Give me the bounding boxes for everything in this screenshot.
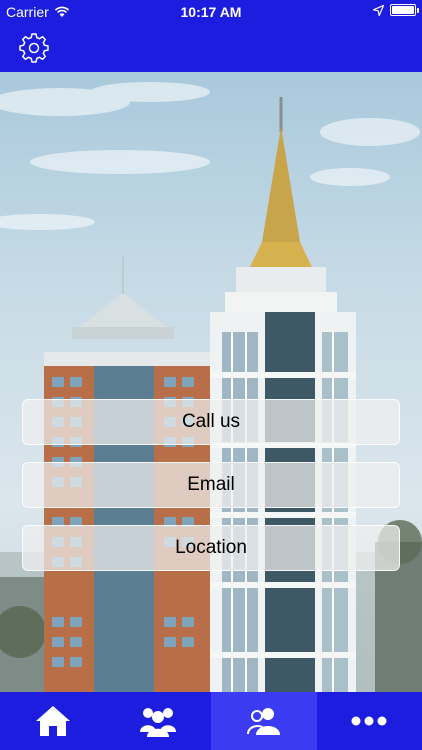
- tab-bar: [0, 692, 422, 750]
- tab-more[interactable]: [317, 692, 422, 750]
- status-time: 10:17 AM: [180, 4, 242, 20]
- status-right-group: [373, 4, 419, 16]
- tab-group[interactable]: [106, 692, 212, 750]
- home-icon: [35, 706, 70, 736]
- group-icon: [140, 708, 177, 737]
- contacts-icon: [246, 708, 280, 735]
- location-button[interactable]: Location: [22, 525, 400, 571]
- location-arrow-icon: [373, 4, 384, 16]
- call-us-button[interactable]: Call us: [22, 399, 400, 445]
- tab-home[interactable]: [0, 692, 106, 750]
- settings-button[interactable]: [18, 32, 50, 64]
- more-icon: [351, 716, 387, 726]
- email-button[interactable]: Email: [22, 462, 400, 508]
- hero-background-image: [0, 72, 422, 692]
- skyline-illustration: [0, 82, 422, 692]
- nav-bar: [0, 24, 422, 72]
- gear-icon: [19, 33, 49, 63]
- tab-contacts[interactable]: [211, 692, 317, 750]
- status-bar: Carrier 10:17 AM: [0, 0, 422, 24]
- battery-icon: [390, 4, 419, 16]
